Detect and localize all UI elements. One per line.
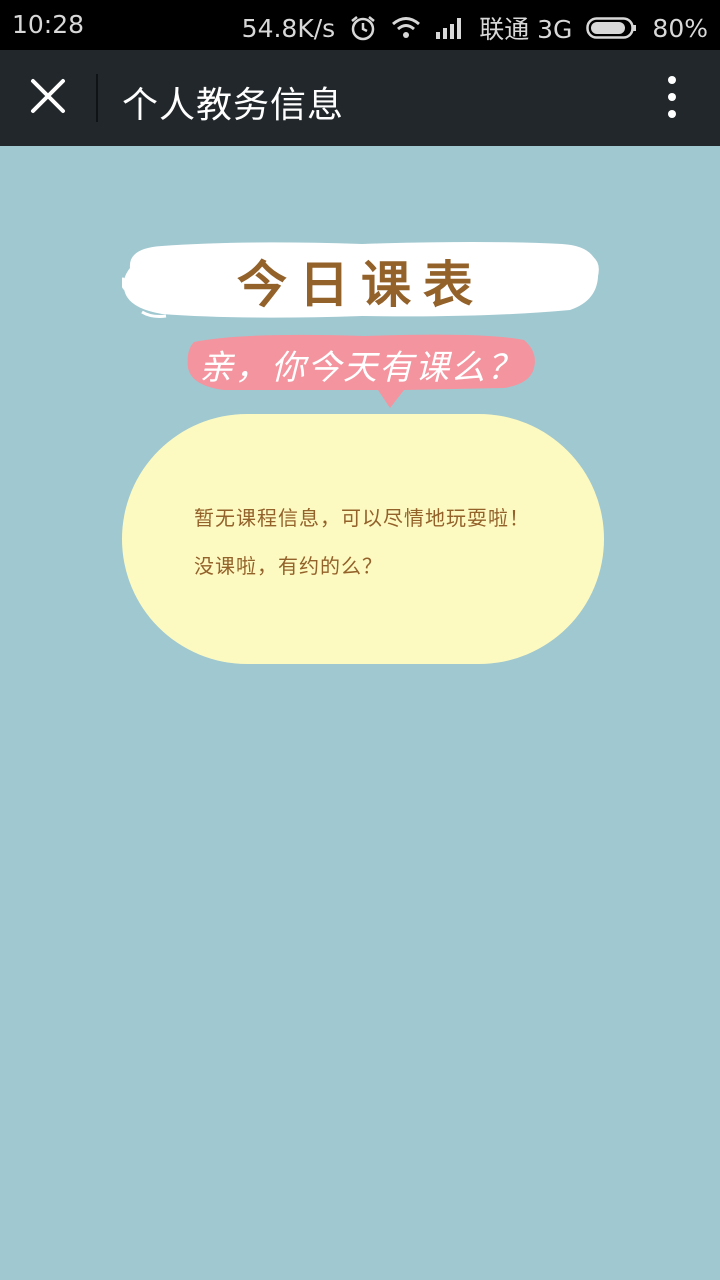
title-bar: 个人教务信息: [0, 50, 720, 146]
more-options-button[interactable]: [654, 74, 690, 124]
title-divider: [96, 74, 98, 122]
battery-icon: [586, 16, 638, 40]
close-button[interactable]: [20, 72, 76, 124]
carrier-label: 联通 3G: [479, 15, 573, 44]
close-icon: [30, 78, 66, 118]
signal-icon: [435, 16, 465, 40]
status-right: 54.8K/s 联通 3G 80%: [242, 10, 708, 46]
info-bubble: 暂无课程信息，可以尽情地玩耍啦！ 没课啦，有约的么？: [122, 414, 604, 664]
banner-title: 今日课表: [237, 255, 485, 314]
no-course-question: 没课啦，有约的么？: [194, 554, 383, 578]
status-time: 10:28: [12, 10, 85, 39]
network-speed: 54.8K/s: [241, 13, 336, 43]
page-title: 个人教务信息: [122, 85, 345, 126]
subtitle-text: 亲，你今天有课么？: [199, 347, 523, 388]
subtitle-tag: 亲，你今天有课么？: [184, 328, 538, 414]
no-course-message: 暂无课程信息，可以尽情地玩耍啦！: [194, 506, 530, 530]
more-vertical-icon: [667, 75, 677, 123]
wifi-icon: [391, 16, 421, 40]
battery-percent: 80%: [652, 13, 708, 43]
alarm-icon: [349, 14, 377, 42]
status-bar: 10:28 54.8K/s 联通 3G 80%: [0, 0, 720, 50]
schedule-banner: 今日课表: [122, 238, 600, 324]
page-content: 今日课表 亲，你今天有课么？ 暂无课程信息，可以尽情地玩耍啦！ 没课啦，有约的么…: [0, 146, 720, 1280]
